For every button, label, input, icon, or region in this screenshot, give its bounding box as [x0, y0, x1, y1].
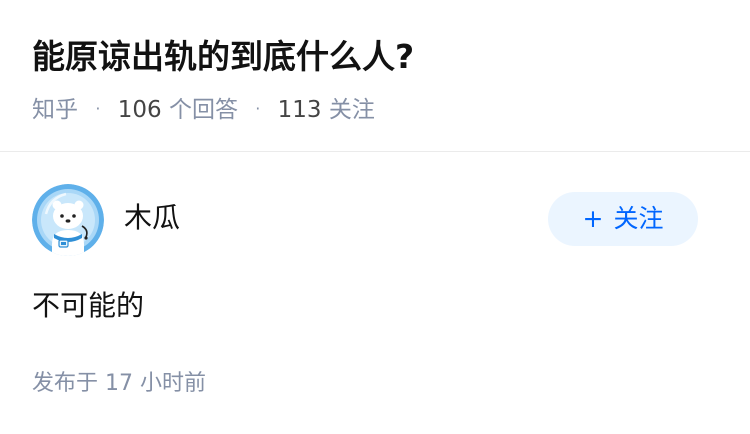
answer-content: 不可能的 [32, 289, 145, 322]
author-row: 木瓜 + 关注 [32, 184, 718, 256]
question-header: 能原谅出轨的到底什么人? [32, 30, 718, 84]
polar-bear-avatar-icon [32, 184, 104, 256]
answer-count-label: 个回答 [168, 97, 238, 123]
author-name[interactable]: 木瓜 [124, 200, 180, 236]
follow-button[interactable]: + 关注 [548, 192, 698, 246]
answer-timestamp: 发布于 17 小时前 [32, 369, 206, 399]
published-label: 发布于 [32, 371, 99, 396]
answer-count: 106 [117, 97, 162, 123]
meta-separator: · [255, 99, 261, 118]
follow-count-label: 关注 [328, 97, 375, 123]
question-title[interactable]: 能原谅出轨的到底什么人? [32, 30, 718, 84]
plus-icon: + [582, 204, 604, 233]
question-meta: 知乎 · 106 个回答 · 113 关注 [32, 94, 375, 125]
follow-count: 113 [277, 97, 322, 123]
meta-separator: · [95, 99, 101, 118]
section-divider [0, 151, 750, 152]
published-time: 17 小时前 [105, 371, 207, 396]
answer-page: 能原谅出轨的到底什么人? 知乎 · 106 个回答 · 113 关注 木瓜 + … [0, 0, 750, 434]
source-label[interactable]: 知乎 [32, 97, 78, 123]
follow-button-label: 关注 [613, 204, 664, 233]
avatar[interactable] [32, 184, 104, 256]
